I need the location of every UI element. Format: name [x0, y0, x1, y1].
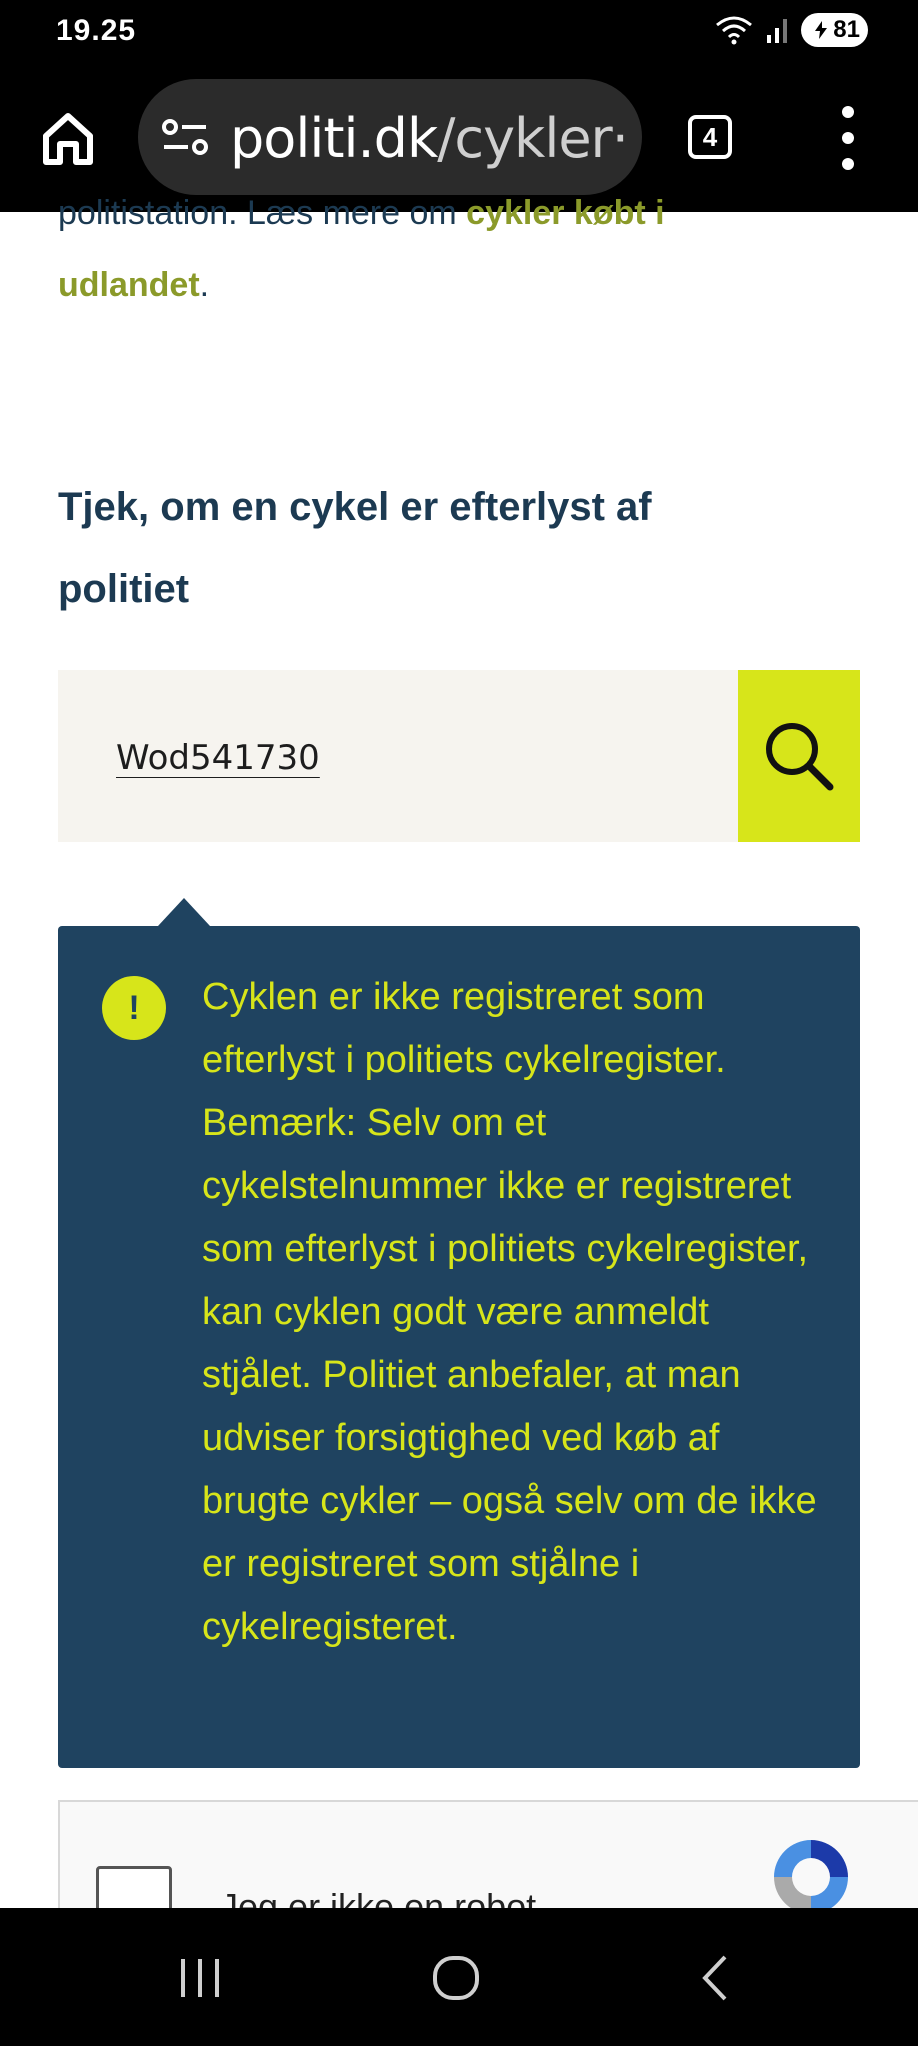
- exclamation-icon: !: [102, 976, 166, 1040]
- search-form: [58, 670, 860, 842]
- link-line-suffix: .: [199, 266, 210, 304]
- home-circle-icon[interactable]: [422, 1948, 492, 2008]
- recents-icon[interactable]: [165, 1948, 235, 2008]
- abroad-link[interactable]: udlandet: [58, 266, 200, 304]
- recaptcha-widget: Jeg er ikke en robot: [58, 1800, 918, 1910]
- battery-icon: 81: [801, 13, 868, 47]
- menu-icon[interactable]: [834, 106, 862, 170]
- notice-pointer: [158, 898, 210, 926]
- status-icons: 81: [715, 10, 868, 50]
- result-notice: ! Cyklen er ikke registreret som efterly…: [58, 926, 860, 1768]
- home-icon[interactable]: [36, 106, 100, 170]
- site-settings-icon[interactable]: [160, 117, 210, 157]
- search-icon: [766, 723, 834, 791]
- url-bar[interactable]: politi.dk/cykler·: [138, 79, 642, 195]
- signal-icon: [767, 19, 788, 43]
- recaptcha-label: Jeg er ikke en robot: [220, 1886, 537, 1910]
- tabs-icon[interactable]: 4: [688, 115, 732, 159]
- notice-text: Cyklen er ikke registreret som efterlyst…: [202, 976, 817, 1648]
- system-nav-bar: [0, 1908, 918, 2046]
- cut-text-prefix: politistation. Læs mere om: [58, 194, 467, 232]
- recaptcha-logo-icon: [774, 1840, 848, 1908]
- search-button[interactable]: [738, 670, 860, 842]
- url-path: /cykler·: [437, 107, 629, 170]
- frame-number-input[interactable]: [114, 722, 678, 794]
- back-icon[interactable]: [680, 1948, 750, 2008]
- cut-off-paragraph: politistation. Læs mere om cykler købt i: [58, 194, 665, 233]
- url-domain: politi.dk: [230, 107, 438, 170]
- link-line: udlandet.: [58, 266, 209, 305]
- battery-level: 81: [833, 16, 860, 43]
- url-text: politi.dk/cykler·: [230, 107, 629, 170]
- status-time: 19.25: [56, 14, 137, 47]
- wifi-icon: [716, 16, 753, 45]
- status-bar: 19.25 81: [0, 0, 918, 62]
- browser-toolbar: politi.dk/cykler· 4: [0, 62, 918, 212]
- recaptcha-checkbox[interactable]: [96, 1866, 172, 1908]
- section-title: Tjek, om en cykel er efterlyst af politi…: [58, 485, 652, 611]
- tab-count: 4: [702, 121, 718, 152]
- cut-text-link[interactable]: cykler købt i: [466, 194, 664, 232]
